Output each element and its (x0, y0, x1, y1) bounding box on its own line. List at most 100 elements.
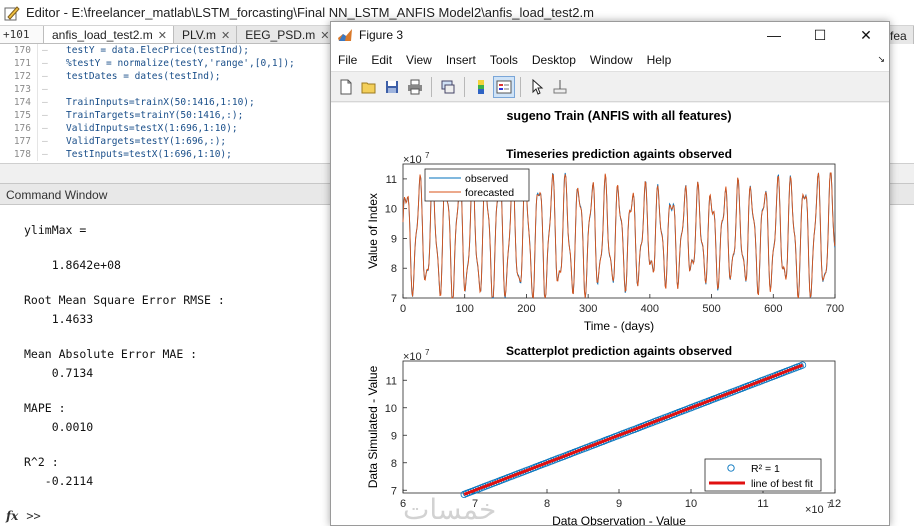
figure-canvas[interactable]: sugeno Train (ANFIS with all features) Ti… (331, 103, 889, 526)
tab-label: anfis_load_test2.m (52, 28, 153, 42)
legend-icon[interactable] (493, 75, 515, 98)
line-number: 171 (0, 57, 38, 70)
tab-anfis-load-test2[interactable]: anfis_load_test2.m ✕ (44, 26, 174, 43)
y-tick-label-2: 8 (391, 458, 397, 470)
command-output-line: 0.7134 (24, 366, 94, 380)
new-figure-icon[interactable] (335, 76, 357, 98)
figure-toolbar (331, 72, 889, 102)
menu-tools[interactable]: Tools (483, 53, 525, 67)
command-output-line: 1.8642e+08 (24, 258, 121, 272)
open-icon[interactable] (358, 76, 380, 98)
code-text: TrainInputs=trainX(50:1416,1:10); (66, 97, 255, 108)
command-output-line: 0.0010 (24, 420, 94, 434)
x-tick-label-2: 9 (616, 498, 622, 510)
fold-marker: – (42, 123, 48, 134)
command-output-line: Root Mean Square Error RMSE : (24, 293, 225, 307)
menu-file[interactable]: File (331, 53, 364, 67)
code-text: ValidInputs=testX(1:696,1:10); (66, 123, 238, 134)
command-output-line: R^2 : (24, 455, 59, 469)
menu-help[interactable]: Help (640, 53, 679, 67)
x-exponent-2: ×10 (805, 504, 824, 516)
y-exponent-2: ×10 (403, 351, 422, 363)
y-exponent-power-2: 7 (425, 348, 430, 357)
y-exponent-1: ×10 (403, 154, 422, 166)
y-axis-label-2: Data Simulated - Value (366, 365, 380, 488)
x-exponent-power-2: 7 (827, 501, 832, 510)
y-tick-label-2: 7 (391, 485, 397, 497)
menu-insert[interactable]: Insert (439, 53, 483, 67)
colorbar-icon[interactable] (470, 76, 492, 98)
pointer-icon[interactable] (526, 76, 548, 98)
tab-label: EEG_PSD.m (245, 28, 316, 42)
command-output-line: -0.2114 (24, 474, 94, 488)
x-tick-label-1: 300 (579, 303, 597, 315)
fold-marker: – (42, 136, 48, 147)
plots-svg: sugeno Train (ANFIS with all features) Ti… (366, 109, 844, 525)
y-tick-label-1: 10 (385, 204, 397, 216)
link-icon[interactable] (437, 76, 459, 98)
command-prompt[interactable]: fx >> (6, 509, 41, 523)
y-axis-label-1: Value of Index (366, 193, 380, 269)
toolbar-separator (520, 76, 521, 97)
legend-label-observed: observed (465, 173, 508, 185)
x-tick-label-1: 200 (517, 303, 535, 315)
x-tick-label-1: 0 (400, 303, 406, 315)
editor-title: Editor - E:\freelancer_matlab\LSTM_forca… (26, 5, 594, 20)
x-axis-label-1: Time - (days) (584, 319, 654, 333)
menu-desktop[interactable]: Desktop (525, 53, 583, 67)
close-icon[interactable]: ✕ (320, 29, 329, 42)
line-number: 178 (0, 148, 38, 161)
x-tick-label-1: 500 (702, 303, 720, 315)
tab-plv[interactable]: PLV.m ✕ (174, 26, 238, 43)
menu-window[interactable]: Window (583, 53, 640, 67)
chart-title-2: Scatterplot prediction againts observed (506, 344, 732, 358)
close-icon[interactable]: ✕ (221, 29, 230, 42)
x-tick-label-1: 700 (826, 303, 844, 315)
code-text: testY = data.ElecPrice(testInd); (66, 45, 250, 56)
tab-eeg-psd[interactable]: EEG_PSD.m ✕ (237, 26, 337, 43)
figure-title-bar: Figure 3 — ☐ ✕ (331, 22, 889, 48)
x-tick-label-1: 600 (764, 303, 782, 315)
y-tick-label-2: 9 (391, 430, 397, 442)
command-window-title: Command Window (6, 188, 108, 202)
line-number: 170 (0, 44, 38, 57)
dock-arrow-icon[interactable]: ↘ (877, 54, 885, 65)
command-output-line: 1.4633 (24, 312, 94, 326)
fold-marker: – (42, 84, 48, 95)
fold-marker: – (42, 149, 48, 160)
line-number: 177 (0, 135, 38, 148)
x-tick-label-1: 400 (641, 303, 659, 315)
fold-marker: – (42, 97, 48, 108)
menu-view[interactable]: View (399, 53, 439, 67)
minimize-button[interactable]: — (751, 22, 797, 48)
line-number: 175 (0, 109, 38, 122)
line-indicator: +101 (0, 26, 44, 43)
save-icon[interactable] (381, 76, 403, 98)
print-icon[interactable] (404, 76, 426, 98)
figure-title: Figure 3 (359, 28, 404, 42)
legend-label-r2: R² = 1 (751, 463, 780, 475)
close-button[interactable]: ✕ (843, 22, 889, 48)
code-text: TrainTargets=trainY(50:1416,:); (66, 110, 244, 121)
fold-marker: – (42, 110, 48, 121)
x-tick-label-2: 10 (685, 498, 697, 510)
fold-marker: – (42, 45, 48, 56)
legend-label-forecasted: forecasted (465, 187, 514, 199)
code-text: ValidTargets=testY(1:696,:); (66, 136, 227, 147)
fx-icon[interactable]: fx (6, 509, 18, 523)
y-exponent-power-1: 7 (425, 151, 430, 160)
line-number: 173 (0, 83, 38, 96)
y-tick-label-1: 8 (391, 263, 397, 275)
legend-label-best-fit: line of best fit (751, 478, 813, 490)
editor-logo-icon (4, 5, 20, 20)
maximize-button[interactable]: ☐ (797, 22, 843, 48)
command-output-line: MAPE : (24, 401, 66, 415)
close-icon[interactable]: ✕ (158, 29, 167, 42)
data-cursor-icon[interactable] (549, 76, 571, 98)
menu-edit[interactable]: Edit (364, 53, 399, 67)
code-text: testDates = dates(testInd); (66, 71, 221, 82)
toolbar-separator (464, 76, 465, 97)
code-text: %testY = normalize(testY,'range',[0,1]); (66, 58, 295, 69)
y-tick-label-1: 9 (391, 233, 397, 245)
code-text: TestInputs=testX(1:696,1:10); (66, 149, 232, 160)
